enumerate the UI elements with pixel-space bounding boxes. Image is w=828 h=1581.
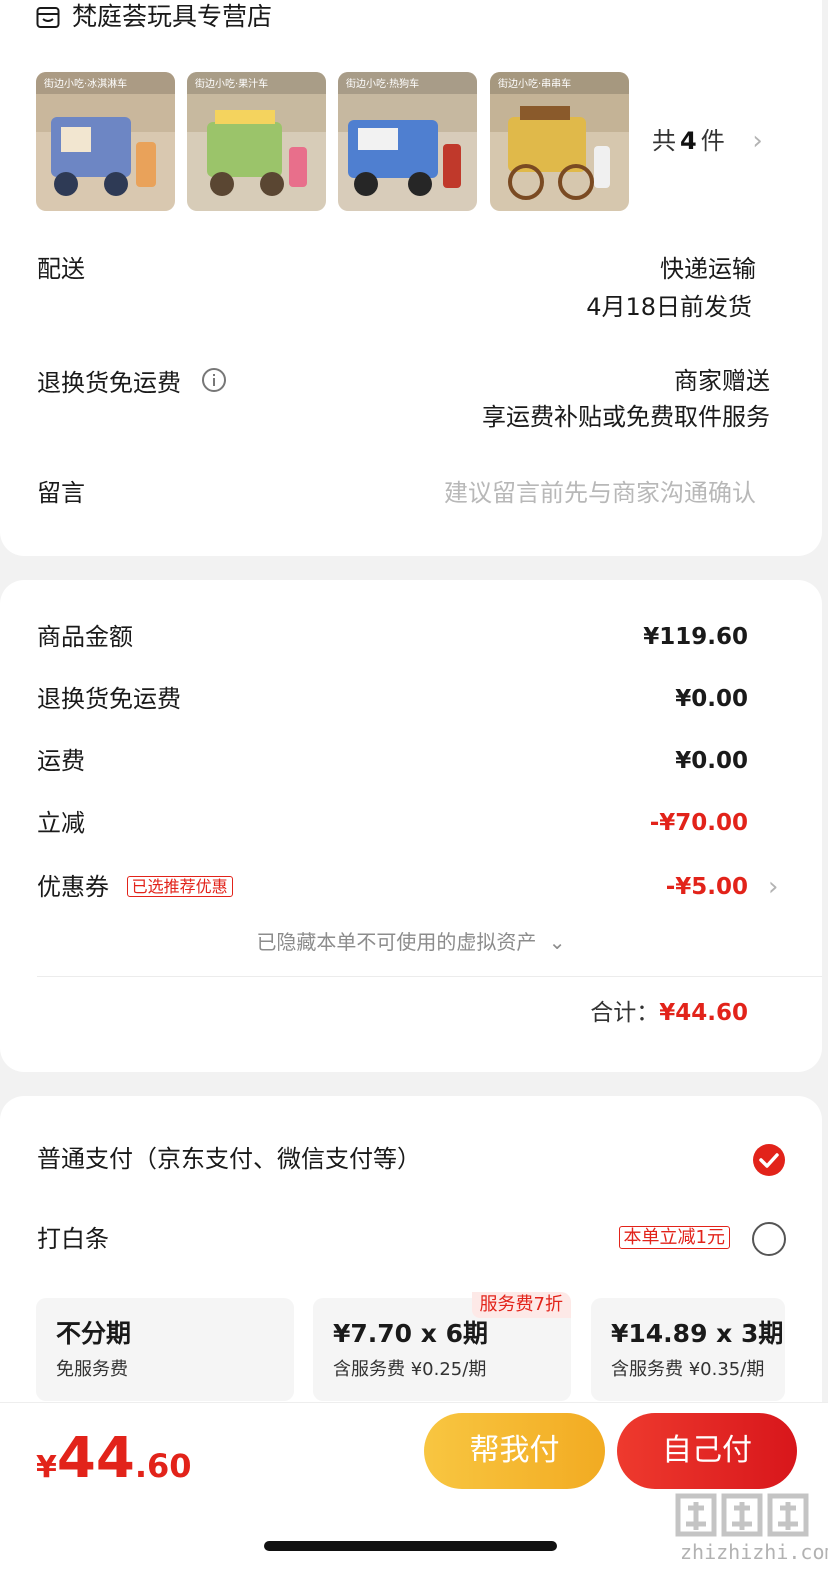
product-image: 街边小吃·冰淇淋车 xyxy=(36,72,175,211)
watermark-text: zhizhizhi.com xyxy=(680,1540,828,1564)
product-count[interactable]: 共4件 › xyxy=(652,124,763,158)
freight-label: 运费 xyxy=(37,747,85,775)
plan-sub: 含服务费 ¥0.25/期 xyxy=(333,1359,487,1380)
baitiao-badge-wrap: 本单立减1元 xyxy=(618,1226,730,1250)
self-pay-button[interactable]: 自己付 xyxy=(617,1413,797,1489)
goods-amount-value: ¥119.60 xyxy=(643,624,748,650)
return-shipping-value-2: 享运费补贴或免费取件服务 xyxy=(482,403,770,431)
count-prefix: 共 xyxy=(652,127,676,155)
discount-label: 立减 xyxy=(37,809,85,837)
baitiao-label[interactable]: 打白条 xyxy=(37,1222,109,1256)
return-fee-label: 退换货免运费 xyxy=(37,685,181,713)
delivery-label: 配送 xyxy=(37,255,85,283)
divider xyxy=(37,976,822,977)
product-caption: 街边小吃·果汁车 xyxy=(195,77,268,90)
total-row: 合计：¥44.60 xyxy=(590,996,748,1030)
help-pay-button[interactable]: 帮我付 xyxy=(424,1413,605,1489)
installment-plan[interactable]: 不分期 免服务费 xyxy=(36,1298,294,1401)
goods-amount-label: 商品金额 xyxy=(37,623,133,651)
product-thumbnail[interactable]: 街边小吃·热狗车 xyxy=(338,72,477,211)
total-label: 合计： xyxy=(590,1000,660,1026)
installment-plan[interactable]: ¥14.89 x 3期 含服务费 ¥0.35/期 xyxy=(591,1298,785,1401)
message-input[interactable]: 建议留言前先与商家沟通确认 xyxy=(444,476,756,510)
watermark-logo xyxy=(672,1490,812,1544)
hidden-assets-text: 已隐藏本单不可使用的虚拟资产 xyxy=(256,930,537,954)
coupon-value[interactable]: -¥5.00 xyxy=(666,870,748,904)
chevron-down-icon: ⌄ xyxy=(548,930,566,954)
normal-pay-label[interactable]: 普通支付（京东支付、微信支付等） xyxy=(37,1142,421,1176)
return-shipping-label: 退换货免运费 xyxy=(37,366,227,402)
product-caption: 街边小吃·串串车 xyxy=(498,77,571,90)
radio-unselected-icon[interactable] xyxy=(752,1222,786,1256)
return-shipping-text: 退换货免运费 xyxy=(37,369,181,397)
pay-currency: ¥ xyxy=(36,1450,57,1485)
baitiao-badge: 本单立减1元 xyxy=(618,1226,730,1249)
plan-tag: 服务费7折 xyxy=(471,1292,571,1318)
count-number: 4 xyxy=(680,127,697,155)
plan-title: 不分期 xyxy=(56,1319,132,1348)
count-suffix: 件 xyxy=(700,127,725,155)
product-thumbnail[interactable]: 街边小吃·果汁车 xyxy=(187,72,326,211)
product-thumbnail[interactable]: 街边小吃·串串车 xyxy=(490,72,629,211)
store-name[interactable]: 梵庭荟玩具专营店 xyxy=(72,2,272,32)
discount-value: -¥70.00 xyxy=(649,810,748,836)
chevron-right-icon[interactable]: › xyxy=(768,870,778,904)
product-image: 街边小吃·果汁车 xyxy=(187,72,326,211)
hidden-assets-toggle[interactable]: 已隐藏本单不可使用的虚拟资产 ⌄ xyxy=(0,928,822,956)
pay-int: 44 xyxy=(56,1426,135,1491)
product-caption: 街边小吃·冰淇淋车 xyxy=(44,77,127,90)
coupon-label: 优惠券 xyxy=(37,873,109,901)
check-selected-icon[interactable] xyxy=(752,1143,786,1181)
installment-plan[interactable]: 服务费7折 ¥7.70 x 6期 含服务费 ¥0.25/期 xyxy=(313,1292,571,1401)
message-label: 留言 xyxy=(37,479,85,507)
return-shipping-value-1: 商家赠送 xyxy=(674,367,770,395)
total-value: ¥44.60 xyxy=(659,1000,748,1026)
product-image: 街边小吃·串串车 xyxy=(490,72,629,211)
freight-value: ¥0.00 xyxy=(675,748,748,774)
product-image: 街边小吃·热狗车 xyxy=(338,72,477,211)
product-caption: 街边小吃·热狗车 xyxy=(346,77,419,90)
plan-title: ¥7.70 x 6期 xyxy=(333,1319,489,1348)
plan-title: ¥14.89 x 3期 xyxy=(611,1319,784,1348)
pay-amount: ¥44.60 xyxy=(36,1424,192,1494)
return-fee-value: ¥0.00 xyxy=(675,686,748,712)
delivery-ship-date: 4月18日前发货 xyxy=(586,293,752,321)
chevron-right-icon: › xyxy=(752,126,763,156)
pay-dec: .60 xyxy=(134,1447,192,1485)
coupon-badge: 已选推荐优惠 xyxy=(126,876,233,897)
delivery-method[interactable]: 快递运输 xyxy=(660,252,756,286)
plan-sub: 含服务费 ¥0.35/期 xyxy=(611,1359,765,1380)
store-icon xyxy=(36,4,60,30)
home-indicator xyxy=(264,1541,557,1551)
product-thumbnail[interactable]: 街边小吃·冰淇淋车 xyxy=(36,72,175,211)
coupon-row[interactable]: 优惠券 已选推荐优惠 xyxy=(37,870,233,904)
plan-sub: 免服务费 xyxy=(56,1359,128,1380)
info-icon[interactable] xyxy=(201,367,227,402)
bottom-bar-divider xyxy=(0,1402,828,1403)
